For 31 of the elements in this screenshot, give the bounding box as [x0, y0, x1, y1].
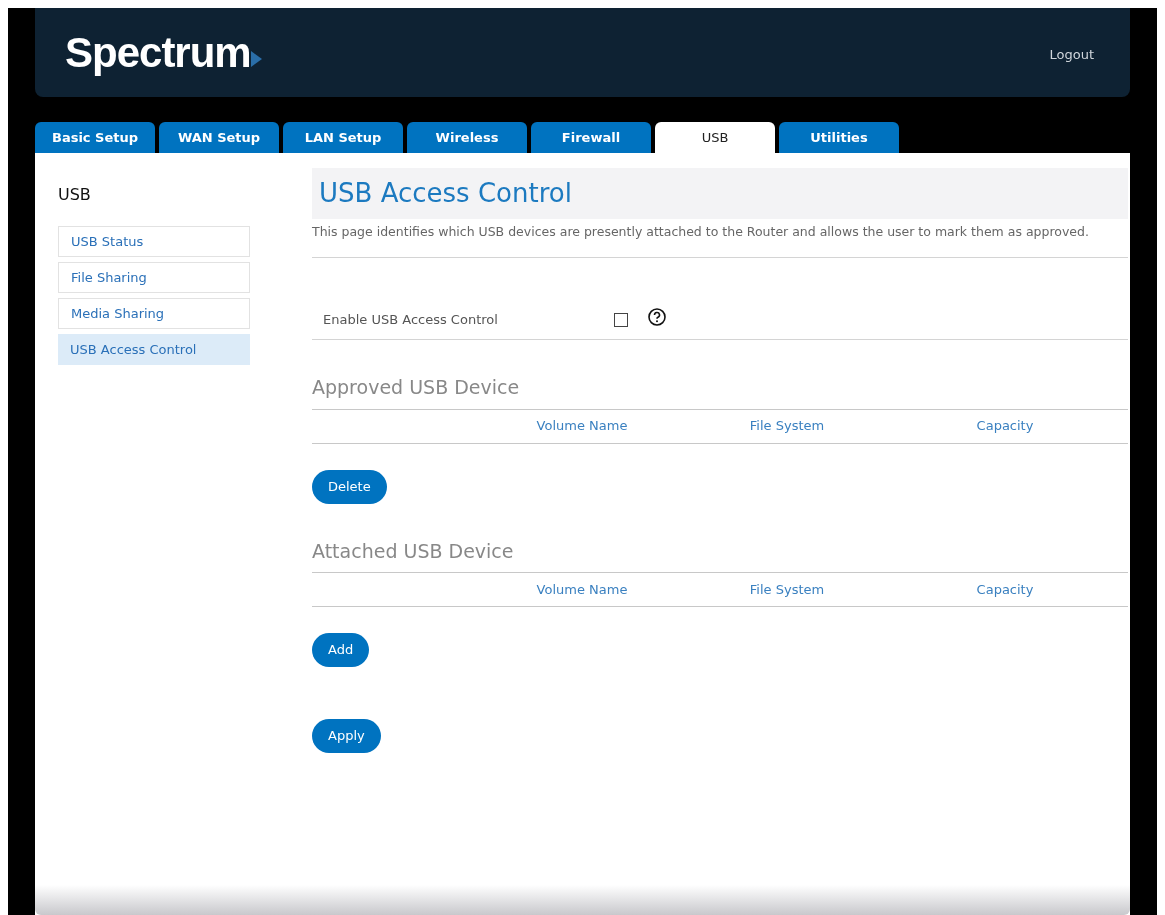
enable-label: Enable USB Access Control [323, 310, 499, 329]
nav-tab[interactable]: USB [655, 122, 775, 153]
logo: Spectrum [65, 28, 251, 78]
action-button[interactable]: Delete [312, 469, 387, 504]
help-icon[interactable] [648, 308, 666, 326]
nav-tab[interactable]: Utilities [779, 122, 899, 153]
column-header: Volume Name [536, 417, 628, 436]
column-header: Volume Name [536, 580, 628, 599]
apply-button[interactable]: Apply [312, 719, 381, 753]
nav-tab[interactable]: WAN Setup [159, 122, 279, 153]
logo-triangle-icon [250, 50, 262, 67]
nav-tab[interactable]: LAN Setup [283, 122, 403, 153]
sidebar-item[interactable]: Media Sharing [58, 298, 250, 329]
column-header: File System [749, 417, 825, 436]
page-description: This page identifies which USB devices are presently attached to the Router and allows the user to mark them as approved. [312, 219, 1128, 258]
logout-link[interactable]: Logout [1049, 44, 1094, 65]
sidebar-item[interactable]: USB Status [58, 226, 250, 257]
action-button[interactable]: Add [312, 633, 370, 667]
nav-tab[interactable]: Basic Setup [35, 122, 155, 153]
enable-checkbox[interactable] [614, 313, 628, 327]
column-header: File System [749, 580, 825, 599]
sidebar-title: USB [58, 184, 92, 206]
section-title: Approved USB Device [312, 375, 521, 400]
nav-tab[interactable]: Firewall [531, 122, 651, 153]
column-header: Capacity [976, 580, 1034, 599]
column-header: Capacity [976, 417, 1034, 436]
sidebar-item[interactable]: File Sharing [58, 262, 250, 293]
sidebar-item[interactable]: USB Access Control [58, 334, 250, 365]
nav-tab[interactable]: Wireless [407, 122, 527, 153]
section-title: Attached USB Device [312, 538, 515, 564]
page-title: USB Access Control [319, 177, 572, 210]
